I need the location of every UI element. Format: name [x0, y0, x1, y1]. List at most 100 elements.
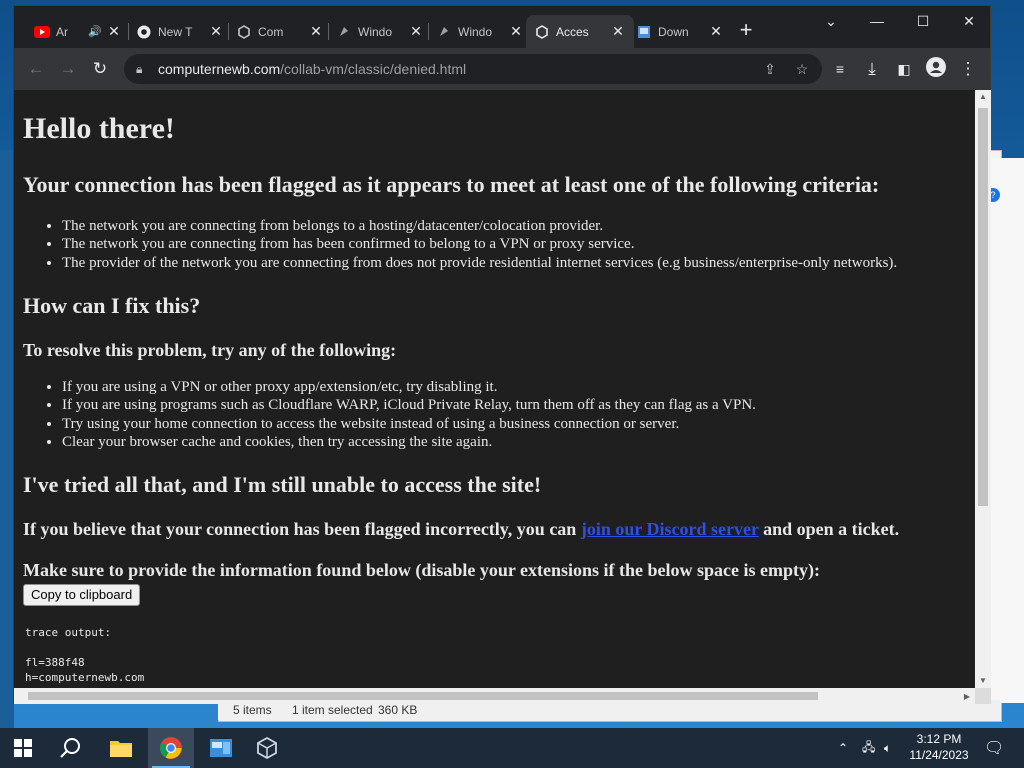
- start-button[interactable]: [0, 728, 46, 768]
- background-window-right-edge: [991, 158, 1024, 703]
- status-item-count: 5 items: [233, 703, 272, 717]
- url-text[interactable]: computernewb.com/collab-vm/classic/denie…: [158, 61, 466, 77]
- list-item: The provider of the network you are conn…: [62, 254, 897, 272]
- tab-youtube[interactable]: Ar 🔊 ✕: [26, 15, 130, 48]
- scroll-down-icon[interactable]: ▼: [975, 676, 991, 685]
- url-domain: computernewb.com: [158, 61, 281, 77]
- close-icon[interactable]: ✕: [408, 23, 424, 40]
- menu-kebab-icon[interactable]: ⋮: [956, 57, 980, 81]
- believe-suffix: and open a ticket.: [758, 519, 900, 539]
- tab-strip: Ar 🔊 ✕ New T ✕ Com ✕ Windo ✕ Windo ✕ Acc…: [14, 6, 990, 48]
- chrome-taskbar-button[interactable]: [148, 728, 194, 768]
- notifications-icon[interactable]: 🗨︎: [984, 728, 1004, 768]
- close-icon[interactable]: ✕: [508, 23, 524, 40]
- chrome-icon: [136, 24, 152, 40]
- system-clock[interactable]: 3:12 PM 11/24/2023: [902, 731, 976, 763]
- clock-time: 3:12 PM: [916, 732, 962, 746]
- media-control-icon[interactable]: ≡: [828, 57, 852, 81]
- tab-collabvm-3[interactable]: Windo ✕: [428, 15, 532, 48]
- collabvm-icon: [336, 24, 352, 40]
- tab-search-chevron-icon[interactable]: ⌄: [808, 6, 854, 38]
- share-icon[interactable]: ⇪: [760, 59, 780, 79]
- collabvm-icon: [236, 24, 252, 40]
- scroll-right-icon[interactable]: ▶: [959, 692, 975, 701]
- close-icon[interactable]: ✕: [708, 23, 724, 40]
- side-panel-icon[interactable]: ◧: [892, 57, 916, 81]
- tab-label: New T: [158, 24, 193, 39]
- list-item: The network you are connecting from has …: [62, 235, 897, 253]
- close-icon[interactable]: ✕: [208, 23, 224, 40]
- close-window-button[interactable]: ✕: [946, 6, 992, 38]
- criteria-heading: Your connection has been flagged as it a…: [23, 172, 880, 197]
- file-explorer-taskbar-button[interactable]: [98, 728, 144, 768]
- network-icon[interactable]: 🖧︎: [862, 728, 875, 768]
- trace-line: fl=388f48: [25, 656, 85, 669]
- vertical-scroll-thumb[interactable]: [978, 108, 988, 506]
- close-icon[interactable]: ✕: [106, 23, 122, 40]
- folder-icon: [110, 741, 132, 757]
- copy-to-clipboard-button[interactable]: Copy to clipboard: [23, 584, 141, 606]
- list-item: Try using your home connection to access…: [62, 415, 756, 433]
- tab-label: Acces: [556, 24, 589, 39]
- windows-logo-icon: [14, 739, 32, 757]
- provide-heading: Make sure to provide the information fou…: [23, 560, 821, 580]
- list-item: If you are using a VPN or other proxy ap…: [62, 378, 756, 396]
- address-bar[interactable]: 🔒︎ computernewb.com/collab-vm/classic/de…: [124, 54, 822, 84]
- chrome-icon: [160, 737, 182, 759]
- search-button[interactable]: [48, 728, 94, 768]
- tab-label: Windo: [458, 24, 493, 39]
- reload-button[interactable]: ↻: [88, 57, 112, 81]
- forward-button[interactable]: →: [56, 57, 80, 81]
- tab-label: Ar: [56, 24, 68, 39]
- download-icon[interactable]: ⤓: [860, 57, 884, 81]
- tab-collabvm-2[interactable]: Windo ✕: [328, 15, 432, 48]
- page-content: Hello there! Your connection has been fl…: [14, 90, 975, 688]
- close-icon[interactable]: ✕: [308, 23, 324, 40]
- list-item: The network you are connecting from belo…: [62, 217, 897, 235]
- list-item: If you are using programs such as Cloudf…: [62, 396, 756, 414]
- background-window-left-edge: [0, 150, 14, 730]
- maximize-button[interactable]: ☐: [900, 6, 946, 38]
- show-hidden-icons-chevron-icon[interactable]: ⌃: [838, 728, 848, 768]
- page-greeting: Hello there!: [23, 112, 175, 145]
- close-icon[interactable]: ✕: [610, 23, 626, 40]
- believe-prefix: If you believe that your connection has …: [23, 519, 581, 539]
- control-panel-taskbar-button[interactable]: [198, 728, 244, 768]
- tab-download[interactable]: Down ✕: [628, 15, 732, 48]
- scrollbar-corner: [975, 688, 991, 704]
- vertical-scrollbar[interactable]: ▲ ▼: [975, 90, 991, 688]
- speaker-icon[interactable]: 🔊: [88, 25, 102, 38]
- virtualbox-taskbar-button[interactable]: [244, 728, 290, 768]
- trace-line: h=computernewb.com: [25, 671, 145, 684]
- criteria-list: The network you are connecting from belo…: [23, 217, 897, 272]
- clock-date: 11/24/2023: [909, 748, 969, 762]
- list-item: Clear your browser cache and cookies, th…: [62, 433, 756, 451]
- browser-toolbar: ← → ↻ 🔒︎ computernewb.com/collab-vm/clas…: [14, 48, 990, 90]
- control-panel-icon: [210, 739, 232, 757]
- bookmark-star-icon[interactable]: ☆: [792, 59, 812, 79]
- status-size: 360 KB: [378, 703, 418, 717]
- discord-link[interactable]: join our Discord server: [581, 519, 759, 539]
- tab-collabvm-1[interactable]: Com ✕: [228, 15, 332, 48]
- tab-new-tab[interactable]: New T ✕: [128, 15, 232, 48]
- horizontal-scroll-thumb[interactable]: [28, 692, 818, 700]
- scroll-up-icon[interactable]: ▲: [975, 92, 991, 101]
- search-icon: [60, 738, 80, 758]
- tab-access-denied[interactable]: Acces ✕: [526, 15, 634, 48]
- tab-label: Down: [658, 24, 689, 39]
- new-tab-button[interactable]: +: [735, 19, 757, 42]
- tab-label: Com: [258, 24, 284, 39]
- profile-avatar-icon[interactable]: [924, 57, 948, 81]
- volume-muted-icon[interactable]: 🔈︎: [884, 728, 891, 768]
- horizontal-scrollbar[interactable]: ▶: [14, 688, 975, 704]
- status-selected: 1 item selected: [292, 703, 373, 717]
- back-button[interactable]: ←: [24, 57, 48, 81]
- fixes-list: If you are using a VPN or other proxy ap…: [23, 378, 756, 451]
- windows-taskbar: ⌃ 🖧︎ 🔈︎ 3:12 PM 11/24/2023 🗨︎: [0, 728, 1024, 768]
- minimize-button[interactable]: —: [854, 6, 900, 38]
- tried-heading: I've tried all that, and I'm still unabl…: [23, 472, 542, 497]
- lock-icon[interactable]: 🔒︎: [136, 62, 150, 77]
- chrome-browser-window: Ar 🔊 ✕ New T ✕ Com ✕ Windo ✕ Windo ✕ Acc…: [13, 5, 991, 704]
- cube-icon: [257, 736, 277, 760]
- youtube-icon: [34, 24, 50, 40]
